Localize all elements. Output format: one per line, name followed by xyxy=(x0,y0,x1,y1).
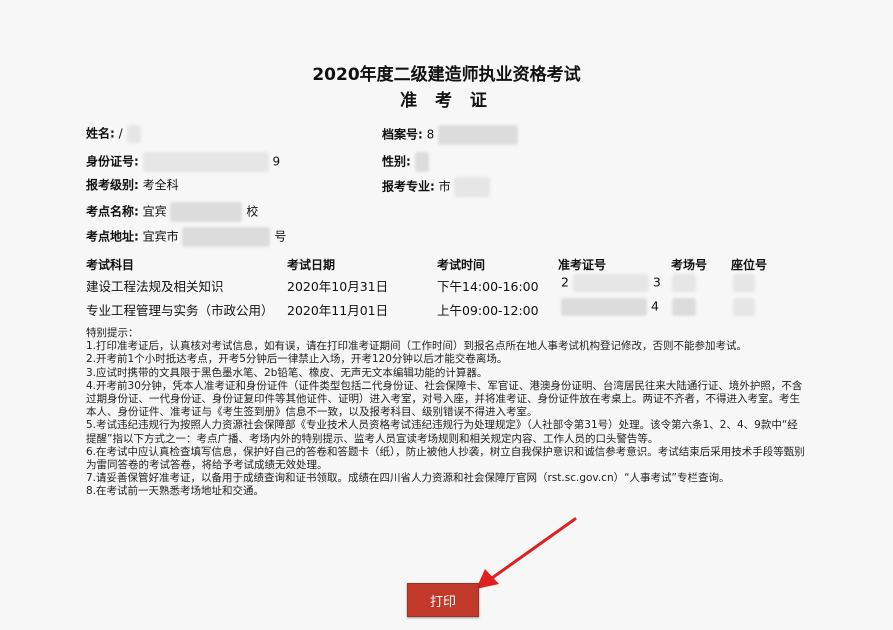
print-button[interactable]: 打印 xyxy=(407,583,479,617)
red-arrow-icon xyxy=(476,517,577,589)
admission-ticket-page: 2020年度二级建造师执业资格考试 准 考 证 姓名: / 档案号: 8 身份证… xyxy=(0,0,893,630)
